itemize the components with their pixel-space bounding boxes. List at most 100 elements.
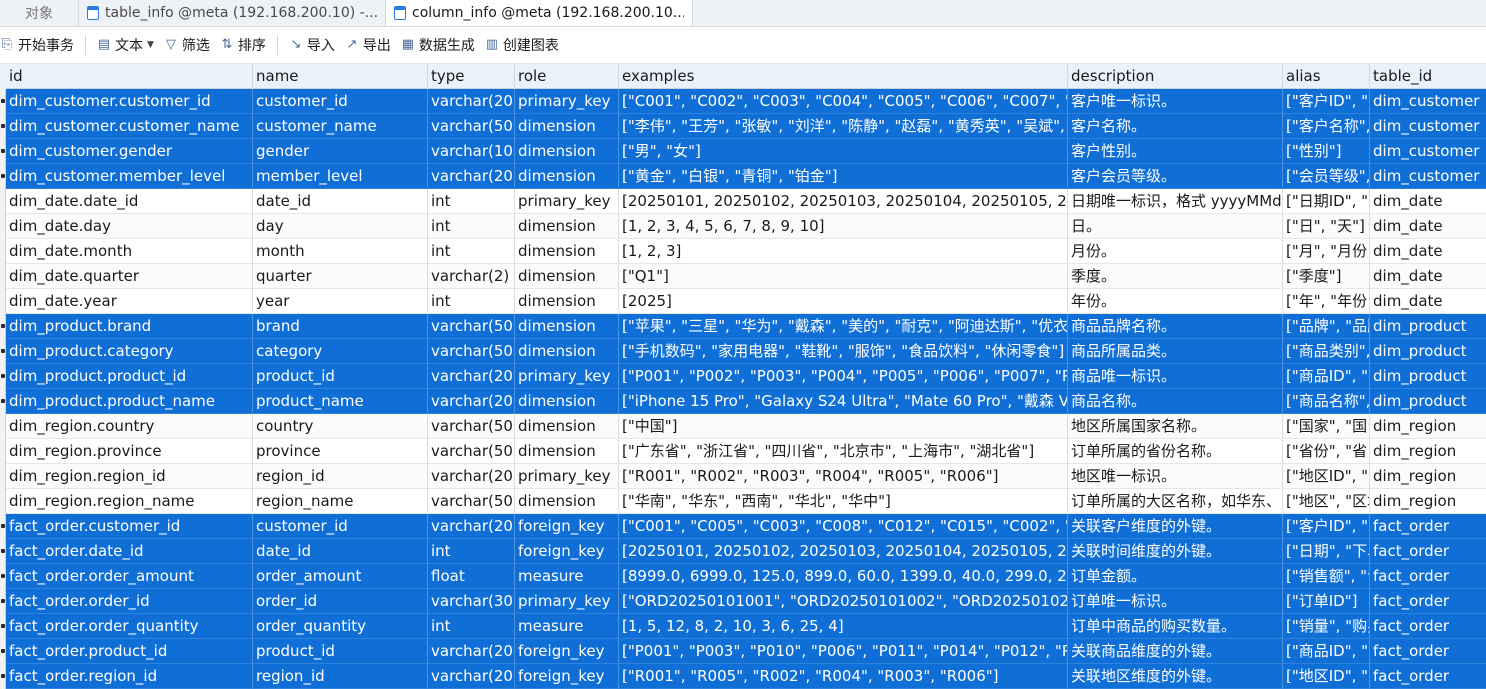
cell-examples[interactable]: ["R001", "R005", "R002", "R004", "R003",… xyxy=(619,664,1068,689)
cell-description[interactable]: 订单所属的大区名称，如华东、 xyxy=(1068,489,1283,514)
cell-alias[interactable]: ["会员等级", xyxy=(1283,164,1370,189)
cell-type[interactable]: varchar(20) xyxy=(428,639,515,664)
cell-id[interactable]: dim_customer.gender xyxy=(6,139,253,164)
text-view-button[interactable]: ▤ 文本 ▼ xyxy=(92,31,159,59)
cell-role[interactable]: dimension xyxy=(515,239,619,264)
cell-description[interactable]: 月份。 xyxy=(1068,239,1283,264)
column-header-name[interactable]: name xyxy=(253,64,428,89)
cell-type[interactable]: varchar(20) xyxy=(428,664,515,689)
cell-type[interactable]: varchar(20) xyxy=(428,364,515,389)
row-gutter[interactable] xyxy=(0,114,6,139)
cell-type[interactable]: float xyxy=(428,564,515,589)
cell-alias[interactable]: ["日期ID", " xyxy=(1283,189,1370,214)
cell-name[interactable]: region_id xyxy=(253,464,428,489)
cell-description[interactable]: 地区所属国家名称。 xyxy=(1068,414,1283,439)
cell-table-id[interactable]: dim_date xyxy=(1370,289,1486,314)
cell-name[interactable]: province xyxy=(253,439,428,464)
cell-role[interactable]: primary_key xyxy=(515,189,619,214)
cell-description[interactable]: 日期唯一标识，格式 yyyyMMd xyxy=(1068,189,1283,214)
cell-alias[interactable]: ["省份", "省 xyxy=(1283,439,1370,464)
cell-table-id[interactable]: dim_product xyxy=(1370,339,1486,364)
cell-examples[interactable]: ["ORD20250101001", "ORD20250101002", "OR… xyxy=(619,589,1068,614)
cell-id[interactable]: dim_product.category xyxy=(6,339,253,364)
cell-type[interactable]: int xyxy=(428,189,515,214)
cell-description[interactable]: 关联地区维度的外键。 xyxy=(1068,664,1283,689)
cell-name[interactable]: brand xyxy=(253,314,428,339)
cell-role[interactable]: foreign_key xyxy=(515,639,619,664)
cell-role[interactable]: dimension xyxy=(515,389,619,414)
cell-description[interactable]: 客户名称。 xyxy=(1068,114,1283,139)
cell-description[interactable]: 关联商品维度的外键。 xyxy=(1068,639,1283,664)
begin-transaction-button[interactable]: ⎘ 开始事务 xyxy=(0,31,79,59)
cell-examples[interactable]: ["李伟", "王芳", "张敏", "刘洋", "陈静", "赵磊", "黄秀… xyxy=(619,114,1068,139)
column-header-id[interactable]: id xyxy=(6,64,253,89)
cell-role[interactable]: primary_key xyxy=(515,464,619,489)
cell-alias[interactable]: ["年", "年份 xyxy=(1283,289,1370,314)
cell-name[interactable]: month xyxy=(253,239,428,264)
table-row[interactable]: fact_order.region_id region_id varchar(20)… xyxy=(0,664,1486,689)
cell-table-id[interactable]: dim_region xyxy=(1370,439,1486,464)
cell-role[interactable]: dimension xyxy=(515,339,619,364)
table-row[interactable]: fact_order.order_amount order_amount float… xyxy=(0,564,1486,589)
cell-role[interactable]: dimension xyxy=(515,264,619,289)
row-gutter[interactable] xyxy=(0,214,6,239)
cell-role[interactable]: dimension xyxy=(515,164,619,189)
chevron-down-icon[interactable]: ▼ xyxy=(147,40,154,50)
cell-alias[interactable]: ["销售额", "订 xyxy=(1283,564,1370,589)
cell-examples[interactable]: [20250101, 20250102, 20250103, 20250104,… xyxy=(619,539,1068,564)
row-gutter[interactable] xyxy=(0,489,6,514)
row-gutter[interactable] xyxy=(0,539,6,564)
cell-type[interactable]: varchar(20) xyxy=(428,164,515,189)
cell-alias[interactable]: ["客户ID", " xyxy=(1283,89,1370,114)
row-gutter[interactable] xyxy=(0,439,6,464)
row-gutter[interactable] xyxy=(0,639,6,664)
cell-id[interactable]: dim_region.region_id xyxy=(6,464,253,489)
table-row[interactable]: dim_region.region_id region_id varchar(20)… xyxy=(0,464,1486,489)
cell-table-id[interactable]: fact_order xyxy=(1370,564,1486,589)
cell-table-id[interactable]: fact_order xyxy=(1370,589,1486,614)
cell-role[interactable]: foreign_key xyxy=(515,514,619,539)
cell-examples[interactable]: ["C001", "C005", "C003", "C008", "C012",… xyxy=(619,514,1068,539)
row-gutter[interactable] xyxy=(0,89,6,114)
cell-id[interactable]: fact_order.order_id xyxy=(6,589,253,614)
table-row[interactable]: dim_customer.gender gender varchar(10) dime… xyxy=(0,139,1486,164)
cell-table-id[interactable]: dim_customer xyxy=(1370,114,1486,139)
export-button[interactable]: ↗ 导出 xyxy=(340,31,396,59)
cell-description[interactable]: 商品唯一标识。 xyxy=(1068,364,1283,389)
cell-name[interactable]: year xyxy=(253,289,428,314)
column-header-alias[interactable]: alias xyxy=(1283,64,1370,89)
cell-type[interactable]: varchar(200 xyxy=(428,389,515,414)
cell-id[interactable]: dim_date.quarter xyxy=(6,264,253,289)
cell-type[interactable]: varchar(30) xyxy=(428,589,515,614)
cell-alias[interactable]: ["品牌", "品牌 xyxy=(1283,314,1370,339)
cell-table-id[interactable]: dim_customer xyxy=(1370,89,1486,114)
cell-examples[interactable]: ["C001", "C002", "C003", "C004", "C005",… xyxy=(619,89,1068,114)
column-header-table-id[interactable]: table_id xyxy=(1370,64,1486,89)
filter-button[interactable]: ▽ 筛选 xyxy=(159,31,215,59)
row-gutter[interactable] xyxy=(0,314,6,339)
table-row[interactable]: dim_date.day day int dimension [1, 2, 3, 4, … xyxy=(0,214,1486,239)
cell-id[interactable]: dim_product.brand xyxy=(6,314,253,339)
tab-column-info[interactable]: column_info @meta (192.168.200.10... xyxy=(386,0,693,26)
cell-table-id[interactable]: dim_product xyxy=(1370,314,1486,339)
cell-name[interactable]: country xyxy=(253,414,428,439)
cell-table-id[interactable]: dim_date xyxy=(1370,189,1486,214)
cell-description[interactable]: 地区唯一标识。 xyxy=(1068,464,1283,489)
cell-alias[interactable]: ["商品类别", xyxy=(1283,339,1370,364)
cell-type[interactable]: int xyxy=(428,289,515,314)
column-header-type[interactable]: type xyxy=(428,64,515,89)
cell-description[interactable]: 订单唯一标识。 xyxy=(1068,589,1283,614)
table-row[interactable]: fact_order.order_quantity order_quantity i… xyxy=(0,614,1486,639)
row-gutter[interactable] xyxy=(0,164,6,189)
cell-name[interactable]: product_name xyxy=(253,389,428,414)
cell-type[interactable]: varchar(50) xyxy=(428,439,515,464)
cell-alias[interactable]: ["地区", "区域 xyxy=(1283,489,1370,514)
cell-role[interactable]: foreign_key xyxy=(515,664,619,689)
row-gutter[interactable] xyxy=(0,664,6,689)
cell-id[interactable]: dim_region.country xyxy=(6,414,253,439)
cell-type[interactable]: varchar(50) xyxy=(428,489,515,514)
cell-alias[interactable]: ["日期", "下单 xyxy=(1283,539,1370,564)
cell-alias[interactable]: ["季度"] xyxy=(1283,264,1370,289)
cell-role[interactable]: dimension xyxy=(515,139,619,164)
cell-alias[interactable]: ["商品名称", xyxy=(1283,389,1370,414)
